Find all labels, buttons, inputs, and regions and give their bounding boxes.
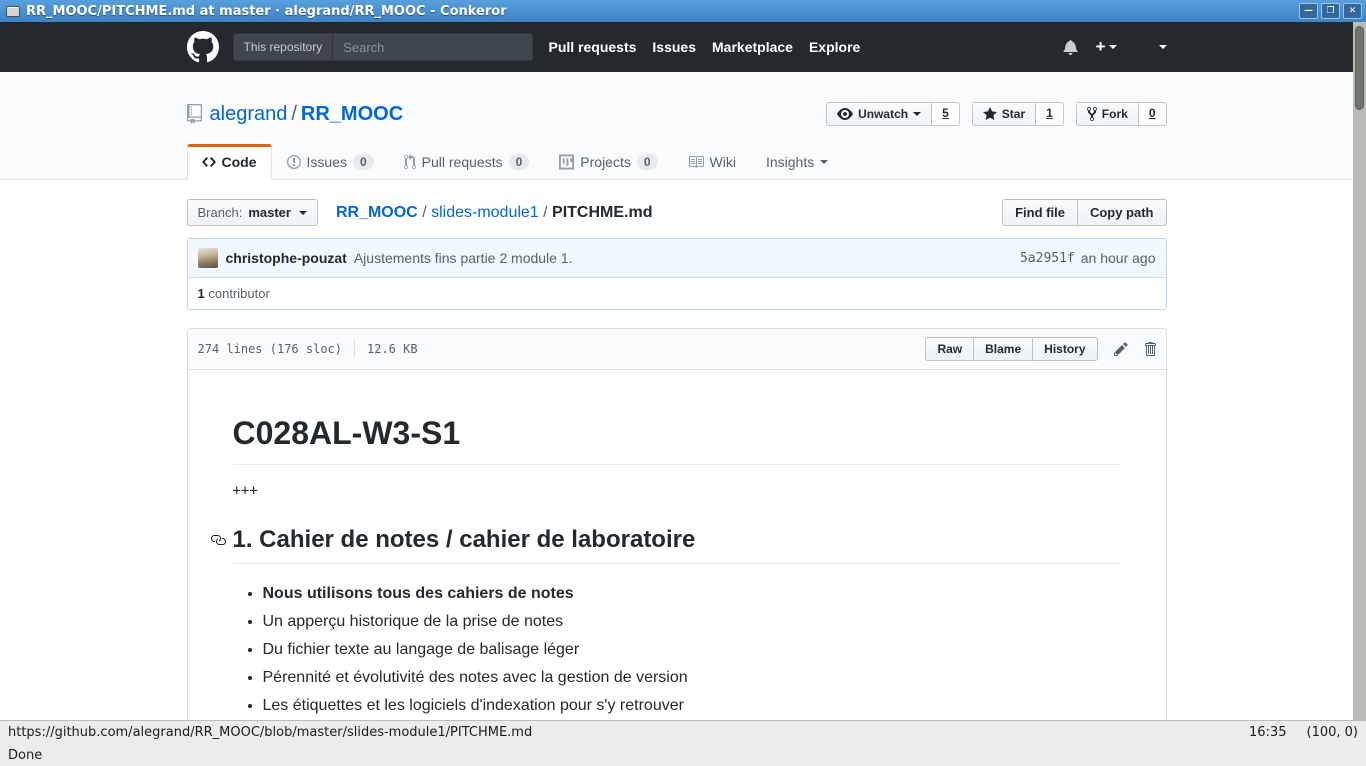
window-title: RR_MOOC/PITCHME.md at master · alegrand/… (26, 4, 1296, 19)
minimize-button[interactable]: — (1299, 3, 1318, 19)
repo-tabs: Code Issues 0 Pull requests 0 Proje (187, 144, 1167, 179)
fork-button[interactable]: Fork (1076, 102, 1139, 126)
statusbar-load-status: Done (8, 748, 42, 763)
plus-icon: + (1096, 37, 1106, 57)
nav-explore[interactable]: Explore (809, 39, 860, 55)
maximize-button[interactable]: ❐ (1321, 3, 1340, 19)
wiki-book-icon (688, 154, 704, 170)
window-icon (6, 6, 20, 17)
history-button[interactable]: History (1033, 337, 1097, 361)
doc-title: C028AL-W3-S1 (233, 414, 1121, 465)
nav-issues[interactable]: Issues (652, 39, 696, 55)
raw-button[interactable]: Raw (925, 337, 974, 361)
unwatch-button[interactable]: Unwatch (826, 102, 932, 126)
window-titlebar: RR_MOOC/PITCHME.md at master · alegrand/… (0, 0, 1366, 22)
repo-name-link[interactable]: RR_MOOC (301, 103, 403, 125)
eye-icon (837, 106, 853, 122)
commit-time: an hour ago (1081, 250, 1156, 266)
file-lines-info: 274 lines (176 sloc) (198, 342, 343, 356)
latest-commit-box: christophe-pouzat Ajustements fins parti… (187, 238, 1167, 310)
star-button[interactable]: Star (972, 102, 1036, 126)
section-heading: 1. Cahier de notes / cahier de laboratoi… (233, 525, 1121, 564)
tab-insights[interactable]: Insights (751, 144, 843, 180)
divider (354, 340, 355, 358)
project-icon (559, 154, 574, 170)
delete-trash-icon[interactable] (1144, 341, 1156, 357)
repo-header: alegrand/RR_MOOC Unwatch 5 (0, 72, 1353, 180)
header-nav: Pull requests Issues Marketplace Explore (549, 39, 861, 55)
statusbar-url: https://github.com/alegrand/RR_MOOC/blob… (8, 725, 532, 740)
commit-author-link[interactable]: christophe-pouzat (226, 250, 347, 266)
chevron-down-icon (820, 160, 828, 164)
scrollbar-track[interactable] (1353, 22, 1366, 720)
list-item: Pérennité et évolutivité des notes avec … (263, 664, 1121, 692)
contributors-link[interactable]: 1 contributor (188, 277, 1166, 309)
issue-icon (287, 154, 301, 170)
tab-wiki[interactable]: Wiki (673, 144, 751, 180)
github-header: This repository Pull requests Issues Mar… (0, 22, 1353, 72)
list-item: Nous utilisons tous des cahiers de notes (263, 580, 1121, 608)
browser-viewport: This repository Pull requests Issues Mar… (0, 22, 1366, 720)
file-size: 12.6 KB (367, 342, 418, 356)
list-item: Un apperçu historique de la prise de not… (263, 608, 1121, 636)
header-search: This repository (233, 33, 533, 61)
breadcrumb-repo-link[interactable]: RR_MOOC (336, 204, 418, 221)
code-icon (202, 154, 216, 170)
statusbar: https://github.com/alegrand/RR_MOOC/blob… (0, 720, 1366, 766)
scrollbar-thumb[interactable] (1355, 26, 1364, 110)
branch-selector[interactable]: Branch: master (187, 199, 318, 226)
slide-separator: +++ (233, 483, 1121, 499)
link-anchor-icon[interactable] (210, 532, 226, 548)
issues-counter: 0 (353, 154, 374, 170)
github-logo-icon[interactable] (187, 31, 219, 63)
markdown-body: C028AL-W3-S1 +++ 1. Cahier de notes / ca… (188, 370, 1166, 720)
create-new-menu[interactable]: + (1096, 37, 1117, 57)
nav-pull-requests[interactable]: Pull requests (549, 39, 637, 55)
repo-book-icon (187, 104, 202, 124)
repo-title: alegrand/RR_MOOC (210, 103, 404, 126)
edit-pencil-icon[interactable] (1114, 341, 1128, 357)
chevron-down-icon (1109, 45, 1117, 49)
commit-sha-link[interactable]: 5a2951f (1020, 251, 1075, 266)
chevron-down-icon (299, 211, 307, 215)
star-icon (983, 106, 997, 122)
breadcrumb-folder-link[interactable]: slides-module1 (431, 204, 539, 221)
blame-button[interactable]: Blame (974, 337, 1033, 361)
avatar (1135, 37, 1155, 57)
statusbar-clock: 16:35 (1249, 725, 1286, 740)
tab-issues[interactable]: Issues 0 (272, 144, 389, 180)
user-menu[interactable] (1135, 37, 1167, 57)
search-scope-label: This repository (234, 34, 334, 60)
commit-author-avatar[interactable] (198, 248, 218, 268)
list-item: Les étiquettes et les logiciels d'indexa… (263, 692, 1121, 720)
stargazers-count[interactable]: 1 (1036, 102, 1064, 126)
chevron-down-icon (913, 112, 921, 116)
repo-owner-link[interactable]: alegrand (210, 103, 288, 125)
statusbar-scroll-position: (100, 0) (1307, 725, 1359, 740)
chevron-down-icon (1159, 45, 1167, 49)
close-button[interactable]: ✕ (1343, 3, 1362, 19)
file-view-box: 274 lines (176 sloc) 12.6 KB Raw Blame H… (187, 328, 1167, 720)
breadcrumb-file-name: PITCHME.md (552, 204, 652, 221)
notifications-bell-icon[interactable] (1063, 39, 1078, 55)
tab-projects[interactable]: Projects 0 (544, 144, 672, 180)
bullet-list: Nous utilisons tous des cahiers de notes… (233, 580, 1121, 720)
projects-counter: 0 (637, 154, 658, 170)
commit-message: Ajustements fins partie 2 module 1. (354, 250, 573, 266)
list-item: Du fichier texte au langage de balisage … (263, 636, 1121, 664)
nav-marketplace[interactable]: Marketplace (712, 39, 793, 55)
tab-pull-requests[interactable]: Pull requests 0 (389, 144, 545, 180)
search-input[interactable] (333, 40, 531, 55)
copy-path-button[interactable]: Copy path (1078, 199, 1167, 226)
tab-code[interactable]: Code (187, 144, 272, 180)
watchers-count[interactable]: 5 (932, 102, 960, 126)
fork-icon (1087, 106, 1097, 122)
pull-request-icon (404, 154, 416, 170)
pull-requests-counter: 0 (509, 154, 530, 170)
find-file-button[interactable]: Find file (1002, 199, 1078, 226)
forks-count[interactable]: 0 (1139, 102, 1167, 126)
breadcrumb: RR_MOOC / slides-module1 / PITCHME.md (336, 204, 653, 222)
